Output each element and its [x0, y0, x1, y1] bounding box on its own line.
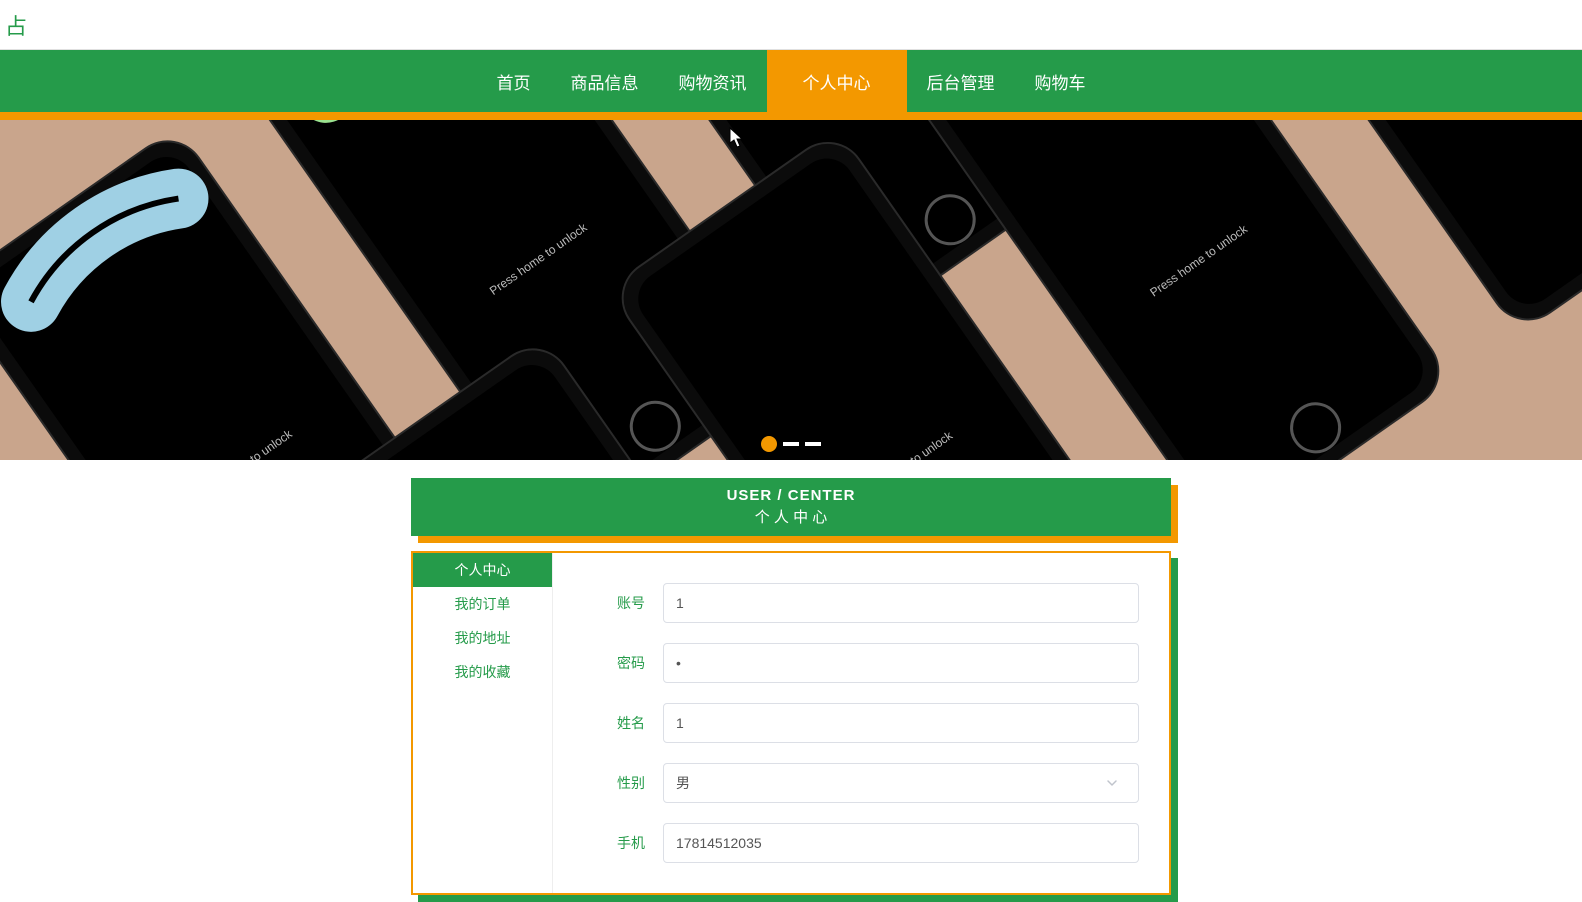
- carousel-dot-2[interactable]: [783, 442, 799, 446]
- chevron-down-icon: [1098, 769, 1126, 797]
- main-nav: 首页 商品信息 购物资讯 个人中心 后台管理 购物车: [0, 50, 1582, 112]
- hero-carousel[interactable]: Press home to unlock 5:45 ust 30: [0, 120, 1582, 460]
- gender-select[interactable]: 男: [663, 763, 1139, 803]
- carousel-dot-1[interactable]: [761, 436, 777, 452]
- section-title-cn: 个 人 中 心: [755, 506, 828, 527]
- nav-admin[interactable]: 后台管理: [907, 50, 1015, 112]
- sidebar-item-profile[interactable]: 个人中心: [413, 553, 552, 587]
- topbar: 占: [0, 0, 1582, 50]
- nav-usercenter[interactable]: 个人中心: [767, 50, 907, 112]
- profile-form: 账号 密码 姓名 性别 男: [553, 553, 1169, 893]
- name-input[interactable]: [663, 703, 1139, 743]
- nav-cart[interactable]: 购物车: [1015, 50, 1106, 112]
- sidebar-item-favorites[interactable]: 我的收藏: [413, 655, 552, 689]
- password-label: 密码: [583, 653, 663, 673]
- nav-underline: [0, 112, 1582, 120]
- section-header: USER / CENTER 个 人 中 心: [411, 478, 1171, 536]
- sidebar-item-address[interactable]: 我的地址: [413, 621, 552, 655]
- gender-select-value: 男: [676, 773, 690, 793]
- nav-news[interactable]: 购物资讯: [659, 50, 767, 112]
- section-title-en: USER / CENTER: [727, 487, 856, 504]
- name-label: 姓名: [583, 713, 663, 733]
- account-label: 账号: [583, 593, 663, 613]
- phone-label: 手机: [583, 833, 663, 853]
- sidebar: 个人中心 我的订单 我的地址 我的收藏: [413, 553, 553, 893]
- carousel-indicators: [761, 436, 821, 452]
- logo-fragment: 占: [5, 9, 27, 41]
- usercenter-panel: 个人中心 我的订单 我的地址 我的收藏 账号 密码 姓名: [411, 551, 1171, 895]
- gender-label: 性别: [583, 773, 663, 793]
- carousel-dot-3[interactable]: [805, 442, 821, 446]
- password-input[interactable]: [663, 643, 1139, 683]
- nav-home[interactable]: 首页: [477, 50, 551, 112]
- hero-image: Press home to unlock 5:45 ust 30: [0, 120, 1582, 460]
- phone-input[interactable]: [663, 823, 1139, 863]
- sidebar-item-orders[interactable]: 我的订单: [413, 587, 552, 621]
- account-input[interactable]: [663, 583, 1139, 623]
- nav-products[interactable]: 商品信息: [551, 50, 659, 112]
